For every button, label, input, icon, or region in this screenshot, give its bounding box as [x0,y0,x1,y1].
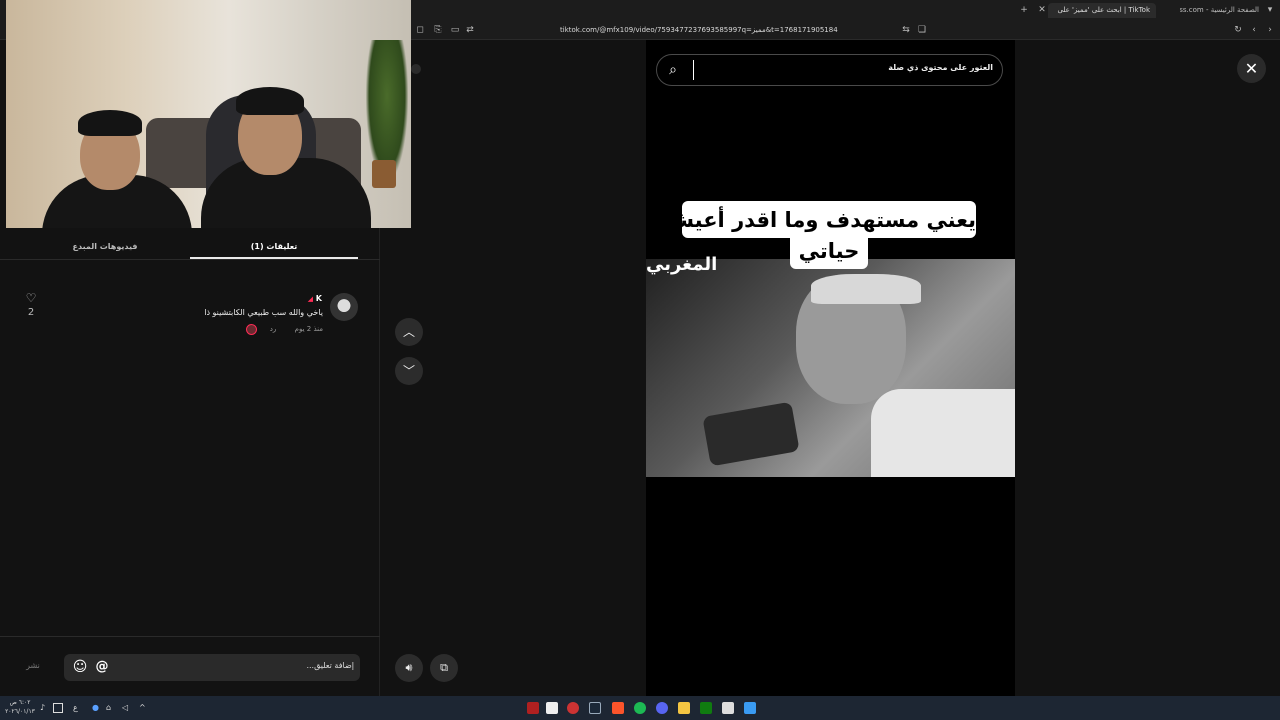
post-button[interactable]: نشر [18,661,48,675]
video-player[interactable]: ⌕ العثور على محتوى ذي صلة المغربي يعني م… [646,40,1015,696]
chevron-up-icon[interactable]: ^ [139,703,149,713]
plant [366,40,408,180]
extension-icon[interactable]: ◻ [414,24,426,36]
creator-liked-icon [246,324,257,335]
url-text[interactable]: tiktok.com/@mfx109/video/759347723769358… [560,24,900,36]
previous-video-button[interactable]: ︿ [395,318,423,346]
pip-button[interactable]: ⧉ [430,654,458,682]
tab-chess[interactable]: الصفحة الرئيسية - Chess.com [1180,3,1265,18]
related-search-input[interactable]: ⌕ العثور على محتوى ذي صلة [656,54,1003,86]
chevron-up-icon: ︿ [402,325,415,339]
volume-tray-icon[interactable]: ◁ [122,703,132,713]
tab-label: الصفحة الرئيسية - Chess.com [1180,6,1259,14]
search-icon[interactable]: ⌕ [664,61,682,79]
caption-box: يعني مستهدف وما اقدر أعيش [664,201,976,238]
emoji-icon[interactable]: ☺ [71,658,89,676]
mic-icon[interactable]: ● [92,703,102,713]
clock-date: ٢٠٢٦/٠١/١٣ [5,708,35,715]
bookmark-icon[interactable]: ❏ [916,24,928,36]
caption-line-2: حياتي [798,239,860,263]
speaker-icon[interactable]: ♪ [40,703,50,713]
brave-icon[interactable] [612,702,624,714]
xbox-icon[interactable] [700,702,712,714]
app-icon-3[interactable] [567,702,579,714]
avatar[interactable] [330,293,358,321]
clock[interactable]: ٦:٠٢ ص ٢٠٢٦/٠١/١٣ [4,698,36,718]
discord-icon[interactable] [656,702,668,714]
taskbar: ٦:٠٢ ص ٢٠٢٦/٠١/١٣ ♪ ع ● ⌂ ◁ ^ [0,696,1280,720]
calendar-icon[interactable] [722,702,734,714]
close-tab-icon[interactable]: ✕ [1036,4,1048,16]
comments-panel: فيديوهات المبدع (1) تعليقات ◢ K ياخي وال… [0,228,380,696]
new-tab-icon[interactable]: + [1018,4,1030,16]
tab-comments[interactable]: (1) تعليقات [190,236,358,258]
like-count: 2 [27,307,35,318]
reply-button[interactable]: رد [266,325,280,335]
comment-username[interactable]: ◢ K [260,294,322,306]
chevron-down-icon: ﹀ [402,364,415,378]
comment-input[interactable]: إضافة تعليق... ☺ @ [64,654,360,681]
tab-tiktok[interactable]: TikTok | ابحث على 'مميز' على [1048,3,1156,18]
tab-creator-videos[interactable]: فيديوهات المبدع [20,236,190,258]
overlay-label: المغربي [646,254,718,275]
network-icon[interactable]: ⌂ [106,703,116,713]
comment-list: ◢ K ياخي والله سب طبيعي الكابتشينو ذا من… [0,259,380,335]
window-control-icon[interactable]: ▾ [1264,4,1276,16]
close-icon: ✕ [1244,59,1259,78]
webcam-overlay [6,0,411,228]
plant-pot [372,160,396,188]
shirt [871,389,1015,477]
phone [702,401,800,467]
reload-icon[interactable]: ↻ [1232,24,1244,36]
windows-start-icon[interactable] [744,702,756,714]
panel-handle[interactable] [411,64,421,74]
steam-icon[interactable] [589,702,601,714]
notification-icon[interactable] [53,703,63,713]
caption-line-1: يعني مستهدف وما اقدر أعيش [664,208,976,232]
app-icon-1[interactable] [527,702,539,714]
video-frame [646,259,1015,477]
language-indicator[interactable]: ع [73,702,83,714]
close-video-button[interactable]: ✕ [1237,54,1266,83]
clock-time: ٦:٠٢ ص [9,699,31,706]
caption-box-2: حياتي [790,236,868,269]
back-icon[interactable]: ‹ [1248,24,1260,36]
username-text: K [315,294,322,303]
comment-input-bar: نشر إضافة تعليق... ☺ @ [0,636,380,696]
volume-button[interactable]: 🔊︎ [395,654,423,682]
comment-placeholder: إضافة تعليق... [306,661,354,670]
translate-icon[interactable]: ⇄ [464,24,476,36]
forward-icon[interactable]: › [1264,24,1276,36]
link-icon[interactable]: ⎘ [432,24,444,36]
next-video-button[interactable]: ﹀ [395,357,423,385]
volume-icon: 🔊︎ [405,661,413,674]
heart-icon[interactable]: ♡ [24,291,38,305]
spotify-icon[interactable] [634,702,646,714]
comment-item: ◢ K ياخي والله سب طبيعي الكابتشينو ذا من… [20,290,360,340]
tune-icon[interactable]: ⇆ [900,24,912,36]
text-cursor [693,60,694,80]
person-left-hair [78,110,142,136]
folder-icon[interactable] [678,702,690,714]
tab-label: TikTok | ابحث على 'مميز' على [1057,6,1150,14]
flag-icon: ◢ [307,295,313,303]
person-right-hair [236,87,304,115]
comment-text: ياخي والله سب طبيعي الكابتشينو ذا [204,308,323,317]
pip-icon: ⧉ [440,661,448,674]
search-placeholder: العثور على محتوى ذي صلة [888,63,993,72]
app-icon-2[interactable] [546,702,558,714]
screen-icon[interactable]: ▭ [449,24,461,36]
mention-icon[interactable]: @ [93,658,111,676]
head-cloth [811,274,921,304]
